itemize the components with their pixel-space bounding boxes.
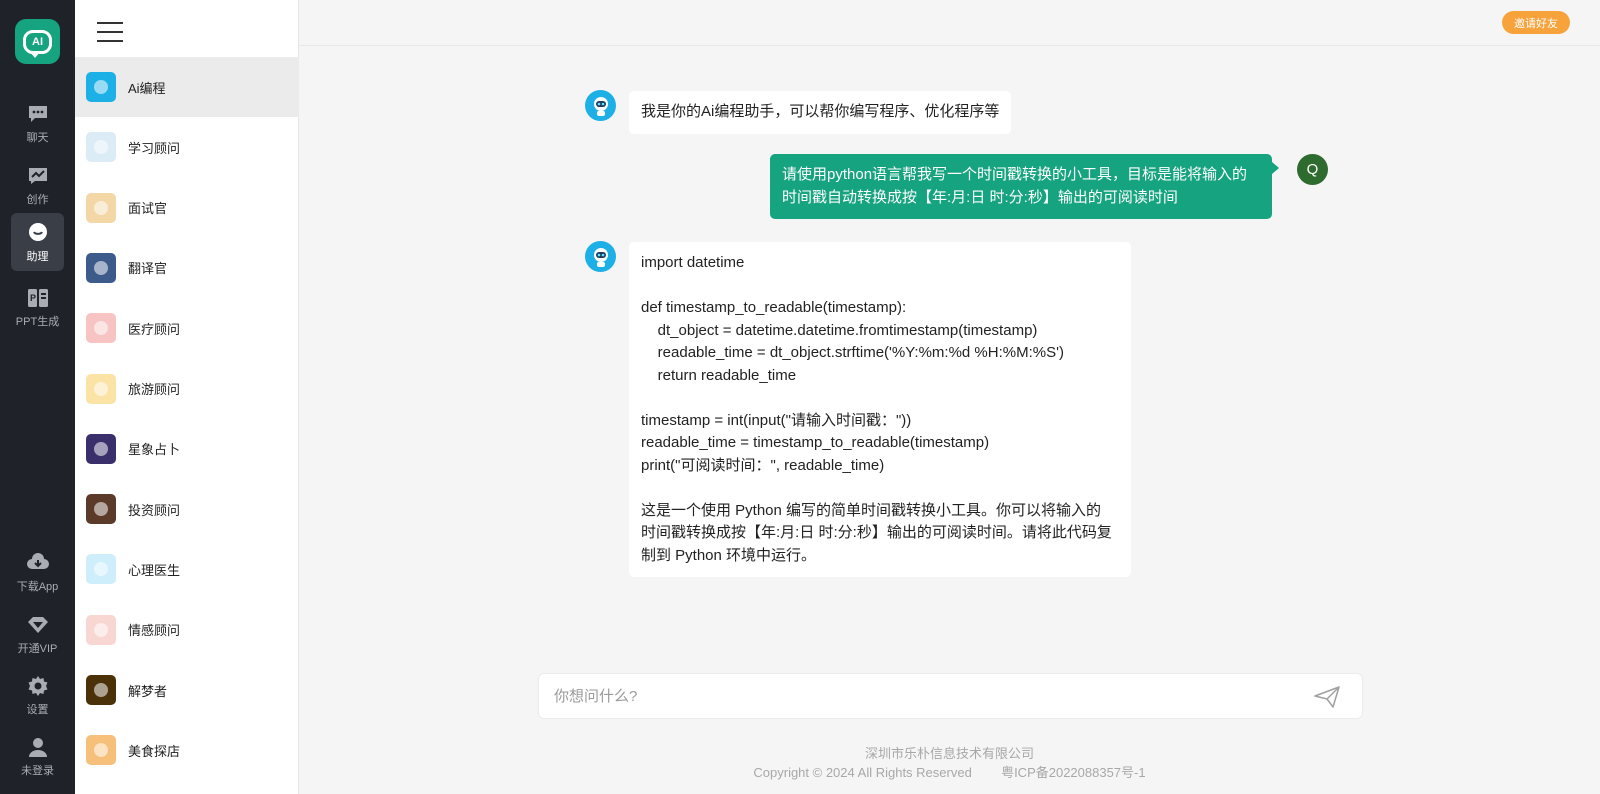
assistant-avatar-icon bbox=[86, 554, 116, 585]
assistant-label: 医疗顾问 bbox=[128, 321, 181, 337]
chat-input[interactable] bbox=[554, 674, 1294, 718]
assistant-item[interactable]: 面试官 bbox=[75, 178, 299, 238]
invite-friends-button[interactable]: 邀请好友 bbox=[1502, 11, 1570, 34]
reply-line: import datetime bbox=[641, 254, 745, 271]
footer-icp-link[interactable]: 粤ICP备2022088357号-1 bbox=[1001, 765, 1146, 780]
assistant-list: Ai编程学习顾问面试官翻译官医疗顾问旅游顾问星象占卜投资顾问心理医生情感顾问解梦… bbox=[75, 0, 299, 794]
footer-company: 深圳市乐朴信息技术有限公司 bbox=[864, 746, 1034, 761]
top-header: 邀请好友 bbox=[299, 0, 1600, 46]
rail-item-label: 开通VIP bbox=[17, 642, 58, 655]
app-logo[interactable]: AI bbox=[15, 19, 60, 64]
left-rail: AI 聊天 创作 助理 P PPT生成 下载App 开通VIP 设置 未登录 bbox=[0, 0, 75, 794]
reply-line: def timestamp_to_readable(timestamp): bbox=[641, 299, 907, 316]
rail-item-label: 设置 bbox=[26, 703, 49, 716]
rail-item-label: 创作 bbox=[26, 193, 49, 206]
reply-line: dt_object = datetime.datetime.fromtimest… bbox=[641, 321, 1038, 339]
send-icon[interactable] bbox=[1314, 686, 1340, 708]
reply-line: timestamp = int(input("请输入时间戳：")) bbox=[641, 411, 912, 429]
chart-icon bbox=[28, 167, 47, 184]
bot-reply-message: import datetime def timestamp_to_readable… bbox=[629, 242, 1131, 577]
rail-item-settings[interactable]: 设置 bbox=[11, 666, 64, 724]
bot-greeting-message: 我是你的Ai编程助手，可以帮你编写程序、优化程序等 bbox=[629, 91, 1012, 134]
assistant-icon bbox=[28, 222, 47, 241]
assistant-label: 解梦者 bbox=[128, 683, 168, 699]
rail-item-label: 下载App bbox=[16, 580, 59, 593]
assistant-item[interactable]: 心理医生 bbox=[75, 539, 299, 599]
ppt-icon: P bbox=[27, 288, 48, 307]
bot-avatar bbox=[585, 241, 616, 272]
assistant-label: 投资顾问 bbox=[128, 502, 181, 518]
assistant-avatar-icon bbox=[86, 313, 116, 344]
assistant-item[interactable]: 投资顾问 bbox=[75, 479, 299, 539]
reply-line: 时间戳转换成按【年:月:日 时:分:秒】输出的可阅读时间。请将此代码复 bbox=[641, 524, 1112, 541]
rail-item-label: 助理 bbox=[26, 250, 49, 263]
rail-item-assistant[interactable]: 助理 bbox=[11, 213, 64, 271]
rail-item-ppt[interactable]: P PPT生成 bbox=[11, 278, 64, 336]
chat-icon bbox=[28, 105, 47, 122]
assistant-label: 翻译官 bbox=[128, 261, 168, 277]
assistant-label: 星象占卜 bbox=[128, 442, 181, 458]
assistant-avatar-icon bbox=[86, 675, 116, 705]
robot-icon bbox=[593, 247, 608, 267]
assistant-item[interactable]: 学习顾问 bbox=[75, 117, 299, 177]
rail-item-download[interactable]: 下载App bbox=[11, 543, 64, 601]
assistant-label: 心理医生 bbox=[128, 562, 181, 578]
assistant-item[interactable]: 星象占卜 bbox=[75, 419, 299, 479]
robot-icon bbox=[593, 96, 608, 116]
assistant-item[interactable]: 解梦者 bbox=[75, 660, 299, 720]
reply-line: return readable_time bbox=[641, 366, 797, 384]
rail-item-label: 未登录 bbox=[21, 764, 54, 777]
reply-line bbox=[641, 387, 1119, 410]
chat-input-box bbox=[538, 673, 1363, 719]
assistant-label: 旅游顾问 bbox=[128, 382, 181, 397]
bot-avatar bbox=[585, 90, 616, 121]
assistant-avatar-icon bbox=[86, 735, 116, 766]
diamond-icon bbox=[27, 616, 48, 633]
rail-item-vip[interactable]: 开通VIP bbox=[11, 605, 64, 663]
assistant-avatar-icon bbox=[86, 72, 116, 102]
footer-copyright: Copyright © 2024 All Rights Reserved bbox=[753, 765, 972, 780]
assistant-label: 情感顾问 bbox=[128, 623, 181, 639]
rail-item-label: PPT生成 bbox=[15, 315, 60, 328]
rail-item-label: 聊天 bbox=[26, 131, 49, 144]
assistant-label: 美食探店 bbox=[128, 743, 181, 759]
assistant-label: 学习顾问 bbox=[128, 140, 181, 156]
assistant-avatar-icon bbox=[86, 433, 116, 464]
assistant-item[interactable]: 旅游顾问 bbox=[75, 359, 299, 419]
assistant-avatar-icon bbox=[86, 614, 116, 645]
assistant-item[interactable]: Ai编程 bbox=[75, 57, 299, 117]
rail-item-login[interactable]: 未登录 bbox=[11, 727, 64, 785]
user-message: 请使用python语言帮我写一个时间戳转换的小工具，目标是能将输入的时间戳自动转… bbox=[770, 154, 1279, 219]
rail-item-chat[interactable]: 聊天 bbox=[11, 94, 64, 152]
assistant-avatar-icon bbox=[86, 132, 116, 163]
rail-item-create[interactable]: 创作 bbox=[11, 156, 64, 214]
user-icon bbox=[28, 737, 47, 757]
assistant-avatar-icon bbox=[86, 252, 116, 283]
assistant-avatar-icon bbox=[86, 494, 116, 525]
download-icon bbox=[26, 552, 49, 569]
reply-line: 制到 Python 环境中运行。 bbox=[641, 546, 817, 564]
logo-text: AI bbox=[23, 29, 52, 58]
user-avatar: Q bbox=[1297, 154, 1328, 185]
svg-text:P: P bbox=[30, 293, 36, 303]
reply-line bbox=[641, 477, 1119, 500]
assistant-label: Ai编程 bbox=[128, 80, 166, 96]
assistant-label: 面试官 bbox=[128, 201, 168, 217]
assistant-item[interactable]: 翻译官 bbox=[75, 238, 299, 298]
footer-legal: Copyright © 2024 All Rights Reserved 粤IC… bbox=[299, 762, 1600, 781]
assistant-item[interactable]: 医疗顾问 bbox=[75, 298, 299, 358]
assistant-avatar-icon bbox=[86, 373, 116, 404]
assistant-avatar-icon bbox=[86, 192, 116, 223]
reply-line: readable_time = dt_object.strftime('%Y:%… bbox=[641, 344, 1064, 361]
reply-line bbox=[641, 275, 1119, 298]
reply-line: 这是一个使用 Python 编写的简单时间戳转换小工具。你可以将输入的 bbox=[641, 501, 1102, 519]
menu-icon[interactable] bbox=[97, 22, 123, 44]
assistant-item[interactable]: 情感顾问 bbox=[75, 600, 299, 660]
assistant-item[interactable]: 美食探店 bbox=[75, 720, 299, 780]
reply-line: print("可阅读时间：", readable_time) bbox=[641, 456, 885, 474]
gear-icon bbox=[28, 675, 47, 696]
reply-line: readable_time = timestamp_to_readable(ti… bbox=[641, 434, 990, 451]
